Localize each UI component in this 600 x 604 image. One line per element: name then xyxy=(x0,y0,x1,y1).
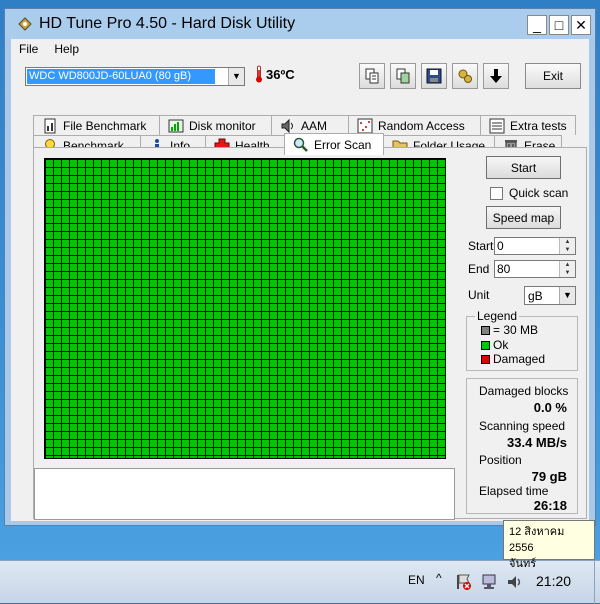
temperature-readout: 36ºC xyxy=(255,65,295,83)
tab-label: Random Access xyxy=(378,118,465,133)
end-input[interactable]: 80 ▲ ▼ xyxy=(494,260,576,278)
minimize-button[interactable]: _ xyxy=(527,15,547,35)
elapsed-time-value: 26:18 xyxy=(533,498,567,513)
options-icon xyxy=(458,69,472,83)
unit-value: gB xyxy=(528,289,543,303)
save-button[interactable] xyxy=(421,63,447,89)
show-desktop-button[interactable] xyxy=(594,561,600,604)
app-window: HD Tune Pro 4.50 - Hard Disk Utility _ □… xyxy=(4,8,596,526)
tab-label: Disk monitor xyxy=(189,118,256,133)
legend-item-block-size: = 30 MB xyxy=(481,323,538,337)
tab-error-scan[interactable]: Error Scan xyxy=(284,133,384,155)
damaged-blocks-label: Damaged blocks xyxy=(479,384,569,398)
copy-screenshot-button[interactable] xyxy=(390,63,416,89)
tab-aam[interactable]: AAM xyxy=(271,115,349,135)
green-swatch-icon xyxy=(481,340,490,350)
start-label: Start xyxy=(468,239,494,253)
security-flag-icon[interactable] xyxy=(455,573,473,591)
exit-button[interactable]: Exit xyxy=(525,63,581,89)
legend-item-ok: Ok xyxy=(481,338,508,352)
damaged-blocks-value: 0.0 % xyxy=(533,400,567,415)
end-label: End xyxy=(468,262,490,276)
scanning-speed-value: 33.4 MB/s xyxy=(507,435,567,450)
taskbar-clock[interactable]: 21:20 xyxy=(536,573,571,589)
checkbox-box[interactable] xyxy=(490,186,503,200)
title-bar[interactable]: HD Tune Pro 4.50 - Hard Disk Utility _ □… xyxy=(5,9,595,39)
random-access-icon xyxy=(357,118,373,134)
date-tooltip: 12 สิงหาคม 2556 จันทร์ xyxy=(503,520,595,570)
network-icon[interactable] xyxy=(480,573,498,591)
close-button[interactable]: ✕ xyxy=(571,15,591,35)
disk-monitor-icon xyxy=(168,118,184,134)
quick-scan-label: Quick scan xyxy=(509,186,569,200)
start-spinner[interactable]: ▲ ▼ xyxy=(559,238,575,254)
legend-label: Ok xyxy=(493,338,509,352)
thermometer-icon xyxy=(256,65,262,83)
tab-disk-monitor[interactable]: Disk monitor xyxy=(159,115,272,135)
menu-help[interactable]: Help xyxy=(54,42,79,56)
tooltip-day: จันทร์ xyxy=(509,558,537,570)
tab-random-access[interactable]: Random Access xyxy=(348,115,481,135)
language-indicator[interactable]: EN xyxy=(408,573,425,587)
tab-label: File Benchmark xyxy=(63,118,147,133)
toolbar: WDC WD800JD-60LUA0 (80 gB) ▼ 36ºC Exit xyxy=(11,59,589,101)
scan-block-map xyxy=(44,158,446,459)
start-value: 0 xyxy=(497,239,504,253)
tabs-top-row: File Benchmark Disk monitor AAM Random A… xyxy=(33,115,576,135)
gray-swatch-icon xyxy=(481,325,490,335)
position-value: 79 gB xyxy=(531,469,567,484)
file-benchmark-icon xyxy=(42,118,58,134)
download-button[interactable] xyxy=(483,63,509,89)
temperature-value: 36ºC xyxy=(266,66,295,82)
magnifier-icon xyxy=(293,137,309,153)
chevron-down-icon[interactable]: ▼ xyxy=(559,287,575,304)
end-value: 80 xyxy=(497,262,511,276)
chevron-down-icon[interactable]: ▼ xyxy=(228,68,244,85)
copy-text-button[interactable] xyxy=(359,63,385,89)
window-title: HD Tune Pro 4.50 - Hard Disk Utility xyxy=(39,15,296,32)
download-arrow-icon xyxy=(490,69,502,83)
tab-extra-tests[interactable]: Extra tests xyxy=(480,115,576,135)
menu-file[interactable]: File xyxy=(19,42,38,56)
tab-label: Extra tests xyxy=(510,118,567,133)
quick-scan-checkbox[interactable]: Quick scan xyxy=(490,186,568,200)
red-swatch-icon xyxy=(481,354,490,364)
tab-file-benchmark[interactable]: File Benchmark xyxy=(33,115,160,135)
menu-bar: File Help xyxy=(11,39,589,59)
tab-label: AAM xyxy=(301,118,328,133)
drive-select-value: WDC WD800JD-60LUA0 (80 gB) xyxy=(27,69,215,84)
unit-select[interactable]: gB ▼ xyxy=(524,286,576,305)
speaker-icon xyxy=(280,118,296,134)
unit-label: Unit xyxy=(468,288,490,302)
legend-label: Damaged xyxy=(493,352,546,366)
maximize-button[interactable]: □ xyxy=(549,15,569,35)
speed-map-button[interactable]: Speed map xyxy=(486,206,561,229)
client-area: File Help WDC WD800JD-60LUA0 (80 gB) ▼ 3… xyxy=(11,39,589,521)
copy-screenshot-icon xyxy=(396,68,410,84)
end-spinner[interactable]: ▲ ▼ xyxy=(559,261,575,277)
speaker-volume-icon[interactable] xyxy=(506,573,524,591)
extra-tests-icon xyxy=(489,118,505,134)
scanning-speed-label: Scanning speed xyxy=(479,419,566,433)
scan-log-box[interactable] xyxy=(34,468,455,520)
tooltip-date: 12 สิงหาคม 2556 xyxy=(509,526,565,554)
save-icon xyxy=(426,68,442,84)
elapsed-time-label: Elapsed time xyxy=(479,484,549,498)
hdtune-app-icon xyxy=(18,17,32,31)
legend-item-damaged: Damaged xyxy=(481,352,545,366)
position-label: Position xyxy=(479,453,522,467)
legend-group: Legend = 30 MB Ok Damaged xyxy=(466,309,578,371)
legend-label: = 30 MB xyxy=(493,323,539,337)
scan-controls: Start Quick scan Speed map Start 0 ▲ ▼ En… xyxy=(464,148,584,518)
error-scan-panel: Start Quick scan Speed map Start 0 ▲ ▼ En… xyxy=(33,147,587,520)
start-scan-button[interactable]: Start xyxy=(486,156,561,179)
options-button[interactable] xyxy=(452,63,478,89)
legend-title: Legend xyxy=(475,309,520,323)
copy-text-icon xyxy=(365,68,379,84)
tab-label: Error Scan xyxy=(314,137,372,152)
scan-stats-box: Damaged blocks 0.0 % Scanning speed 33.4… xyxy=(466,378,578,514)
start-input[interactable]: 0 ▲ ▼ xyxy=(494,237,576,255)
show-hidden-icons-button[interactable]: ^ xyxy=(436,571,442,585)
drive-select[interactable]: WDC WD800JD-60LUA0 (80 gB) ▼ xyxy=(25,67,245,86)
